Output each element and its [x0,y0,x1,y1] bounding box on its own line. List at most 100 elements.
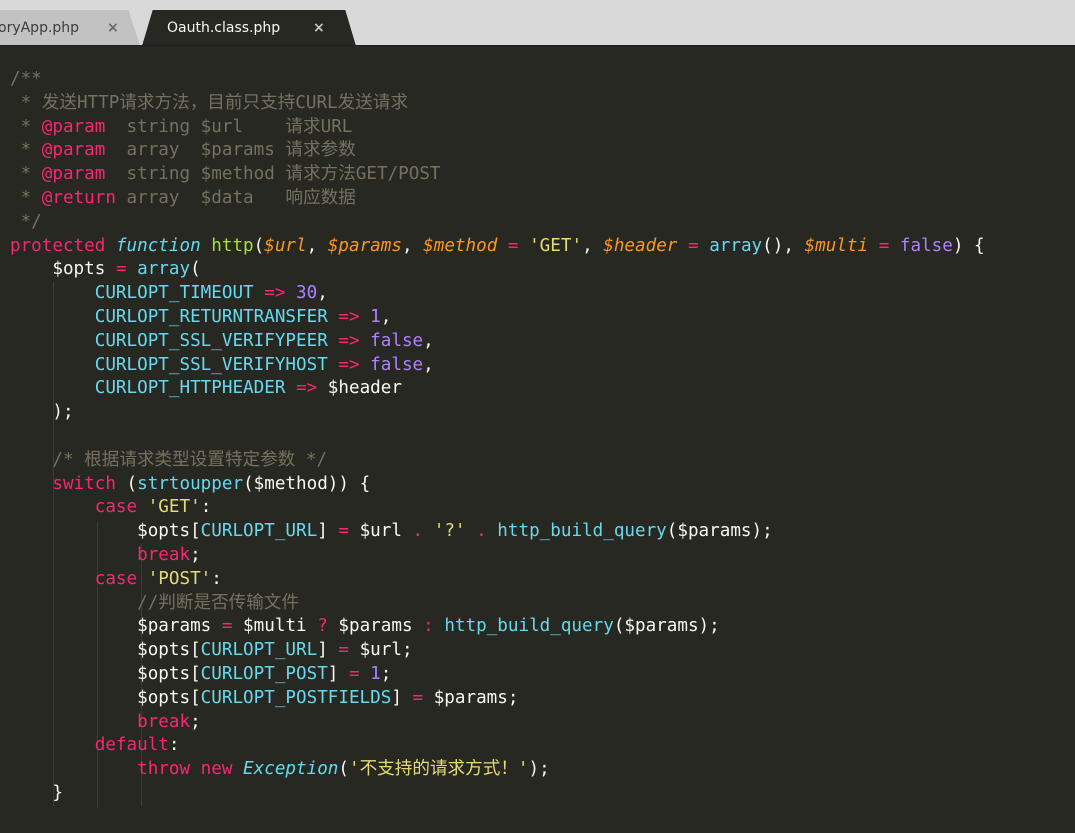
code-token: = [688,235,699,256]
code-token: array $data 响应数据 [115,187,356,208]
code-line: break; [10,711,985,735]
code-token: : [423,616,434,637]
code-token: CURLOPT_URL [200,640,318,661]
code-token: ? [317,616,328,637]
code-line: CURLOPT_RETURNTRANSFER => 1, [10,306,985,330]
code-token: 'GET' [529,235,583,256]
code-token: $opts[ [10,640,201,661]
code-line: */ [10,211,985,235]
code-token: $multi [804,235,869,256]
code-token: ) { [952,235,985,256]
code-token: Exception [243,759,339,780]
code-line: $opts[CURLOPT_URL] = $url; [10,639,985,663]
code-token: ($params); [666,521,773,542]
code-token: throw [137,759,191,780]
code-token: //判断是否传输文件 [137,592,300,613]
code-token: http_build_query [444,616,614,637]
code-line: * @param string $method 请求方法GET/POST [10,163,985,187]
code-token: CURLOPT_TIMEOUT [94,283,254,304]
code-line: break; [10,544,985,568]
code-token: , [423,330,434,351]
code-token: $method [423,235,498,256]
close-icon[interactable]: × [313,10,325,46]
code-token: @param [41,164,106,185]
code-line: CURLOPT_SSL_VERIFYPEER => false, [10,330,985,354]
code-line: /* 根据请求类型设置特定参数 */ [10,449,985,473]
code-line: } [10,782,985,806]
code-line: * @param array $params 请求参数 [10,139,985,163]
code-token: = [348,663,360,684]
code-line: switch (strtoupper($method)) { [10,473,985,497]
code-token: $params [327,616,424,637]
code-token: /** [10,69,42,89]
tab-oryapp[interactable]: oryApp.php × [0,10,140,46]
code-token: = [412,687,424,708]
code-view[interactable]: /** * 发送HTTP请求方法，目前只支持CURL发送请求 * @param … [10,68,985,806]
code-token: $url [348,521,413,542]
code-token: */ [10,211,42,232]
code-token: CURLOPT_POST [200,663,328,684]
code-token: case [94,497,138,518]
code-token: ( [115,473,138,494]
code-token: . [412,521,424,542]
code-token: , [380,306,392,327]
code-token: $opts[ [10,663,201,684]
code-token: array [137,259,191,280]
code-line: throw new Exception('不支持的请求方式！'); [10,758,985,782]
code-token: $opts [10,259,116,280]
code-token: switch [52,473,116,494]
code-token: $header [603,235,678,256]
code-token: * [10,187,42,208]
code-token: $params; [423,687,519,708]
code-token: ] [391,687,413,708]
code-token: '不支持的请求方式！' [348,759,529,780]
code-token: ); [528,759,550,780]
code-token: 1 [370,306,381,327]
code-line: $opts[CURLOPT_POST] = 1; [10,663,985,687]
code-line: * @return array $data 响应数据 [10,187,985,211]
code-token: , [423,354,434,375]
code-token: function [115,235,201,256]
code-line: //判断是否传输文件 [10,592,985,616]
code-line: /** [10,68,985,92]
code-token: ; [380,663,392,684]
code-token: = [507,235,519,256]
code-token: * 发送HTTP请求方法，目前只支持CURL发送请求 [10,92,409,113]
code-token: : [200,497,212,518]
code-token: strtoupper [137,473,244,494]
code-token: * [10,140,42,161]
code-token: => [338,330,360,351]
code-editor[interactable]: /** * 发送HTTP请求方法，目前只支持CURL发送请求 * @param … [0,46,1075,833]
tab-oauth-class[interactable]: Oauth.class.php × [142,10,356,46]
code-line: default: [10,734,985,758]
code-token: => [338,354,360,375]
code-token: ( [253,235,265,256]
code-token: = [221,616,233,637]
code-token: $header [317,378,402,399]
code-line: * 发送HTTP请求方法，目前只支持CURL发送请求 [10,92,985,116]
tab-label: Oauth.class.php [167,20,281,36]
code-token: ] [327,663,349,684]
code-token: CURLOPT_SSL_VERIFYHOST [94,354,328,375]
close-icon[interactable]: × [107,10,119,46]
code-token: => [338,306,360,327]
